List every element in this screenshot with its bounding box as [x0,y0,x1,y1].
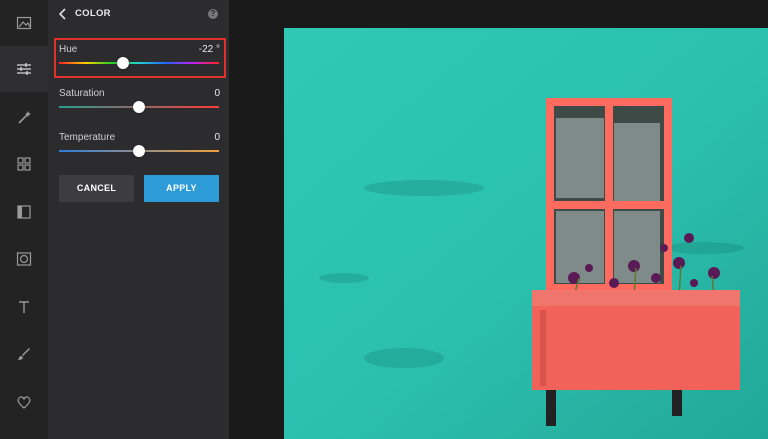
help-icon[interactable]: ? [208,9,218,19]
brush-icon [18,348,30,360]
tool-brush[interactable] [0,331,48,377]
temperature-slider-group: Temperature 0 [56,128,224,164]
saturation-slider-thumb[interactable] [133,101,145,113]
hue-slider-group: Hue -22 ° [54,38,226,78]
chevron-left-icon[interactable] [56,6,70,22]
image-icon [16,16,32,30]
tool-text[interactable] [0,284,48,330]
grid-icon [17,157,31,171]
temperature-label: Temperature [59,132,116,143]
tool-magic[interactable] [0,94,48,140]
hue-slider-thumb[interactable] [117,57,129,69]
saturation-value: 0 [214,88,220,99]
canvas-area [229,0,768,439]
tool-adjust[interactable] [0,46,48,92]
saturation-slider-group: Saturation 0 [56,84,224,120]
vignette-icon [16,252,32,266]
hue-slider-track[interactable] [59,62,219,64]
color-panel: COLOR ? Hue -22 ° Saturation 0 Temperatu… [48,0,229,439]
hue-label: Hue [59,44,78,55]
cancel-button[interactable]: CANCEL [59,175,134,202]
heart-icon [17,396,31,409]
tool-rail [0,0,48,439]
temperature-value: 0 [214,132,220,143]
hue-value: -22 ° [198,44,220,55]
tool-frame[interactable] [0,189,48,235]
tool-vignette[interactable] [0,236,48,282]
photo-preview[interactable] [284,28,768,439]
magic-wand-icon [18,111,31,124]
saturation-label: Saturation [59,88,105,99]
apply-button[interactable]: APPLY [144,175,219,202]
tool-favorites[interactable] [0,379,48,425]
adjust-sliders-icon [17,63,31,75]
tool-grid[interactable] [0,141,48,187]
tool-image[interactable] [0,0,48,46]
text-icon [19,301,29,313]
window [546,98,672,292]
frame-icon [17,205,31,219]
panel-title: COLOR [75,8,111,19]
temperature-slider-thumb[interactable] [133,145,145,157]
panel-header: COLOR ? [48,0,229,28]
